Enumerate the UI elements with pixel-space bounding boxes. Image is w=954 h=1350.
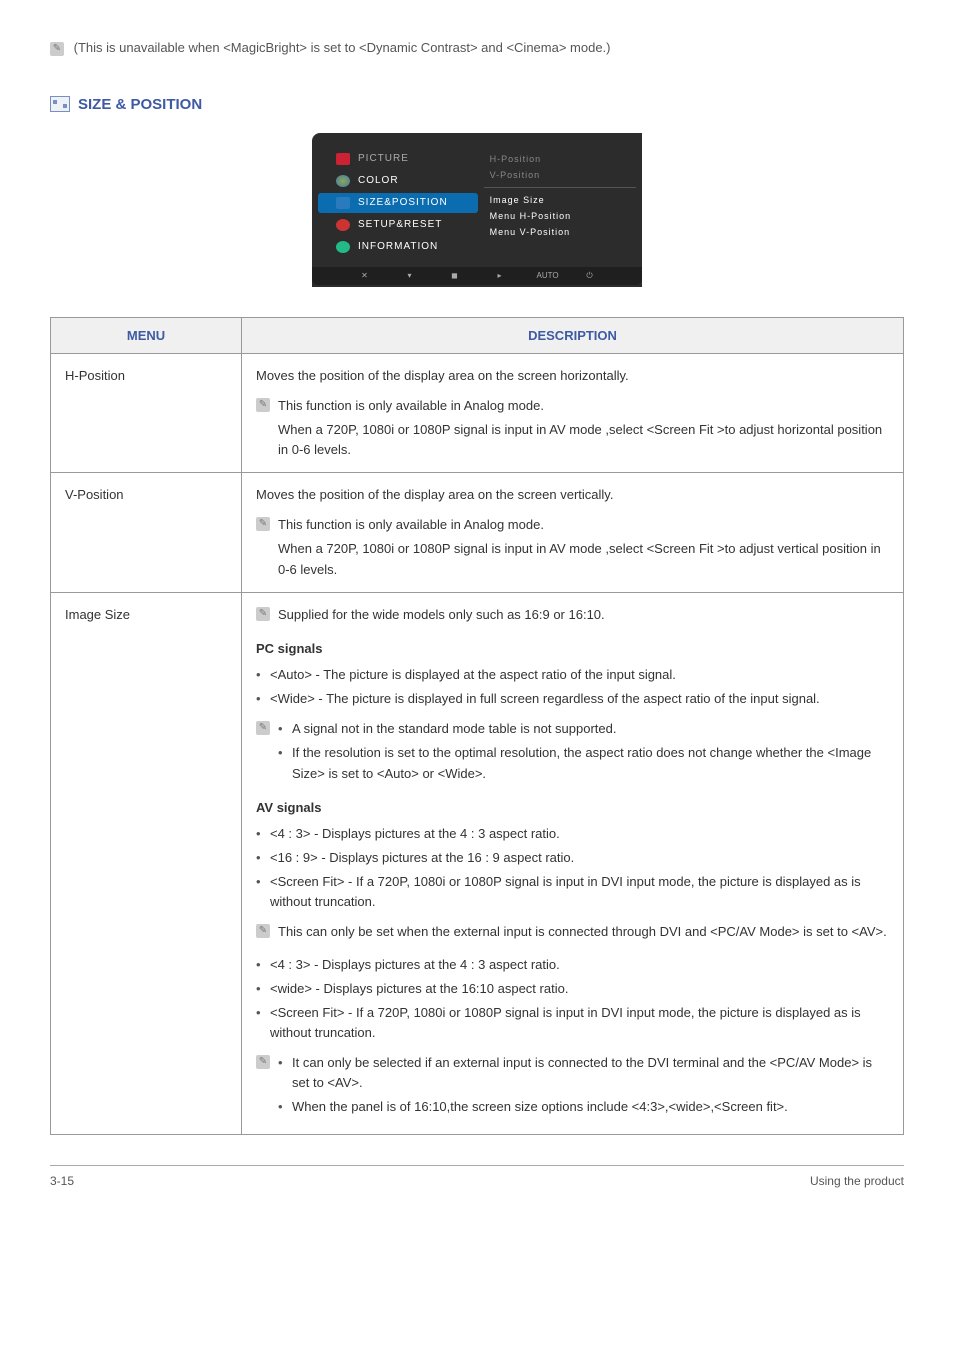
- osd-btn-auto: AUTO: [537, 271, 553, 281]
- osd-sub-vpos: V-Position: [484, 167, 642, 183]
- osd-picture: PICTURE: [358, 153, 409, 164]
- osd-btn-stop: ◼: [447, 271, 463, 281]
- note-line: Supplied for the wide models only such a…: [278, 607, 605, 622]
- osd-sub-mhpos: Menu H-Position: [484, 208, 642, 224]
- list-item: When the panel is of 16:10,the screen si…: [278, 1097, 889, 1117]
- list-item: <Screen Fit> - If a 720P, 1080i or 1080P…: [256, 872, 889, 912]
- table-row: Image Size ✎ Supplied for the wide model…: [51, 592, 904, 1134]
- note-icon: ✎: [256, 721, 270, 735]
- osd-setup: SETUP&RESET: [358, 219, 442, 230]
- th-desc: DESCRIPTION: [242, 317, 904, 353]
- list-item: <Auto> - The picture is displayed at the…: [256, 665, 889, 685]
- osd-btn-down: ▾: [402, 271, 418, 281]
- menu-cell: V-Position: [51, 473, 242, 593]
- section-title: SIZE & POSITION: [78, 96, 202, 113]
- osd-info: INFORMATION: [358, 241, 438, 252]
- list-item: <4 : 3> - Displays pictures at the 4 : 3…: [256, 955, 889, 975]
- footer-left: 3-15: [50, 1174, 74, 1188]
- note-icon: ✎: [50, 42, 64, 56]
- list-item: If the resolution is set to the optimal …: [278, 743, 889, 783]
- menu-cell: H-Position: [51, 353, 242, 473]
- note-line: When a 720P, 1080i or 1080P signal is in…: [278, 420, 889, 460]
- note-icon: ✎: [256, 398, 270, 412]
- osd-sub-imgsize: Image Size: [484, 192, 642, 208]
- section-header: SIZE & POSITION: [50, 96, 904, 113]
- size-position-icon: [50, 96, 70, 112]
- note-icon: ✎: [256, 607, 270, 621]
- top-note-text: (This is unavailable when <MagicBright> …: [74, 40, 611, 55]
- list-item: It can only be selected if an external i…: [278, 1053, 889, 1093]
- note-line: This function is only available in Analo…: [278, 396, 889, 416]
- page-footer: 3-15 Using the product: [50, 1165, 904, 1188]
- footer-right: Using the product: [810, 1174, 904, 1188]
- menu-cell: Image Size: [51, 592, 242, 1134]
- osd-btn-close: ✕: [357, 271, 373, 281]
- osd-sizepos: SIZE&POSITION: [358, 197, 448, 208]
- osd-btn-play: ▸: [492, 271, 508, 281]
- description-table: MENU DESCRIPTION H-Position Moves the po…: [50, 317, 904, 1135]
- desc-intro: Moves the position of the display area o…: [256, 485, 889, 505]
- osd-screenshot: PICTURE COLOR SIZE&POSITION SETUP&RESET …: [50, 133, 904, 287]
- note-icon: ✎: [256, 924, 270, 938]
- list-item: <Wide> - The picture is displayed in ful…: [256, 689, 889, 709]
- desc-cell: Moves the position of the display area o…: [242, 473, 904, 593]
- desc-cell: ✎ Supplied for the wide models only such…: [242, 592, 904, 1134]
- list-item: <Screen Fit> - If a 720P, 1080i or 1080P…: [256, 1003, 889, 1043]
- list-item: <4 : 3> - Displays pictures at the 4 : 3…: [256, 824, 889, 844]
- note-line: This can only be set when the external i…: [278, 924, 887, 939]
- desc-intro: Moves the position of the display area o…: [256, 366, 889, 386]
- note-line: When a 720P, 1080i or 1080P signal is in…: [278, 539, 889, 579]
- osd-sub-hpos: H-Position: [484, 151, 642, 167]
- th-menu: MENU: [51, 317, 242, 353]
- av-signals-head: AV signals: [256, 798, 889, 818]
- list-item: <wide> - Displays pictures at the 16:10 …: [256, 979, 889, 999]
- note-icon: ✎: [256, 517, 270, 531]
- list-item: A signal not in the standard mode table …: [278, 719, 889, 739]
- list-item: <16 : 9> - Displays pictures at the 16 :…: [256, 848, 889, 868]
- note-line: This function is only available in Analo…: [278, 515, 889, 535]
- table-row: H-Position Moves the position of the dis…: [51, 353, 904, 473]
- osd-btn-power: ⏻: [582, 271, 598, 281]
- osd-color: COLOR: [358, 175, 399, 186]
- note-icon: ✎: [256, 1055, 270, 1069]
- desc-cell: Moves the position of the display area o…: [242, 353, 904, 473]
- table-row: V-Position Moves the position of the dis…: [51, 473, 904, 593]
- too-note-line: ✎ (This is unavailable when <MagicBright…: [50, 40, 904, 56]
- osd-sub-mvpos: Menu V-Position: [484, 224, 642, 240]
- pc-signals-head: PC signals: [256, 639, 889, 659]
